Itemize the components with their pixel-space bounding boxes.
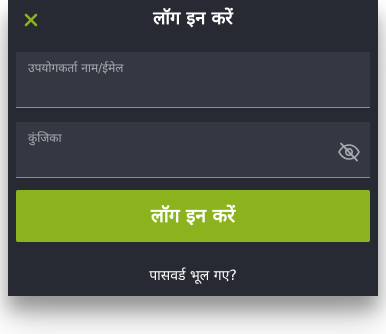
modal-title: लॉग इन करें (153, 8, 233, 29)
username-label: उपयोगकर्ता नाम/ईमेल (28, 61, 124, 75)
modal-header: लॉग इन करें (8, 0, 378, 44)
username-field[interactable]: उपयोगकर्ता नाम/ईमेल (16, 52, 370, 108)
forgot-password-link[interactable]: पासवर्ड भूल गए? (8, 266, 378, 286)
eye-slash-icon (338, 142, 360, 162)
password-input[interactable] (28, 148, 328, 172)
password-label: कुंजिका (28, 131, 62, 145)
login-modal: लॉग इन करें उपयोगकर्ता नाम/ईमेल कुंजिका … (8, 0, 378, 296)
username-input[interactable] (28, 78, 328, 102)
page: लॉग इन करें उपयोगकर्ता नाम/ईमेल कुंजिका … (0, 0, 386, 334)
password-field[interactable]: कुंजिका (16, 122, 370, 178)
password-visibility-toggle[interactable] (336, 140, 362, 164)
login-button[interactable]: लॉग इन करें (16, 190, 370, 242)
